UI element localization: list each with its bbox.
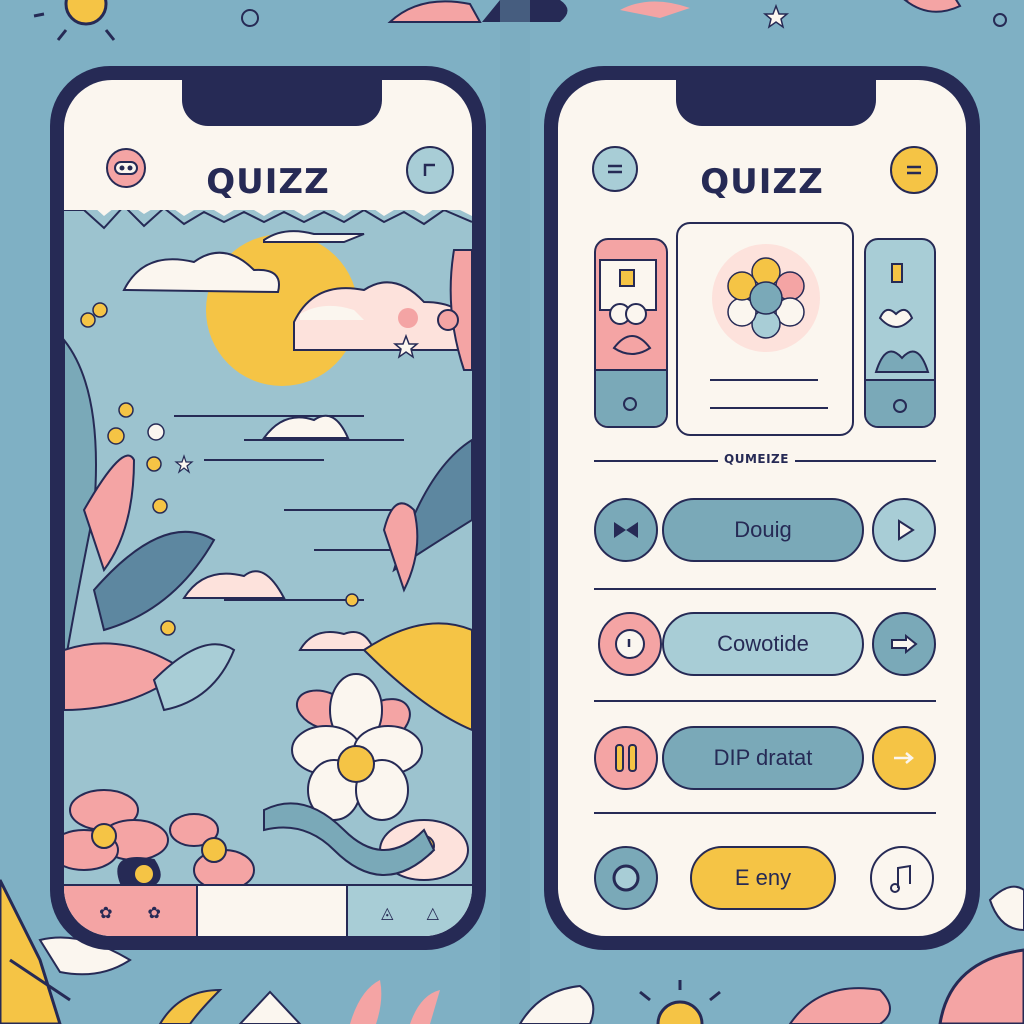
bottom-tab-nav[interactable]: ◬ △	[348, 886, 472, 936]
arrow-right-icon	[891, 634, 918, 654]
footer-right-button[interactable]	[870, 846, 934, 910]
arrow-right-icon	[894, 752, 914, 764]
triangle-icon: △	[426, 902, 439, 922]
option-1-button[interactable]: Douig	[662, 498, 864, 562]
flower-icon: ✿	[147, 902, 161, 922]
footer-left-button[interactable]	[594, 846, 658, 910]
option-3-icon[interactable]	[594, 726, 658, 790]
option-2-action[interactable]	[872, 612, 936, 676]
menu-icon	[907, 165, 921, 175]
card-illustration	[710, 244, 828, 409]
option-1-icon[interactable]	[594, 498, 658, 562]
option-2-icon[interactable]	[598, 612, 662, 676]
bow-icon	[614, 522, 638, 538]
quiz-card-left[interactable]	[594, 238, 668, 428]
sun-icon	[33, 0, 116, 41]
record-icon	[615, 629, 645, 659]
card-illustration	[866, 263, 934, 426]
left-corner-button[interactable]	[406, 146, 454, 194]
circle-icon	[612, 864, 640, 892]
left-bottom-bar: ✿ ✿ ◬ △	[64, 884, 472, 936]
option-divider	[594, 588, 936, 590]
star-icon	[762, 3, 790, 29]
right-phone: QUIZZ QUMEIZE Douig Cowotide DIP dratat …	[544, 66, 980, 950]
left-phone-screen: QUIZZ ✿ ✿ ◬ △	[64, 80, 472, 936]
right-phone-screen: QUIZZ QUMEIZE Douig Cowotide DIP dratat …	[558, 80, 966, 936]
option-divider	[594, 812, 936, 814]
quiz-card-right[interactable]	[864, 238, 936, 428]
flower-icon: ✿	[99, 902, 113, 922]
option-3-button[interactable]: DIP dratat	[662, 726, 864, 790]
footer-enter-button[interactable]: E eny	[690, 846, 836, 910]
bottom-tab-home[interactable]: ✿ ✿	[64, 886, 196, 936]
phone-notch	[676, 80, 876, 126]
sun-icon	[639, 980, 721, 1024]
pause-icon	[615, 744, 637, 772]
play-icon	[898, 519, 915, 541]
card-illustration	[596, 259, 666, 426]
right-menu-button-right[interactable]	[890, 146, 938, 194]
landscape-illustration	[64, 210, 472, 884]
corner-icon	[423, 163, 435, 176]
phone-notch	[182, 80, 382, 126]
music-note-icon	[890, 864, 911, 893]
bottom-tab-blank[interactable]	[196, 886, 348, 936]
left-phone: QUIZZ ✿ ✿ ◬ △	[50, 66, 486, 950]
option-divider	[594, 700, 936, 702]
dot-icon	[241, 9, 259, 27]
quiz-card-center[interactable]	[676, 222, 854, 436]
option-3-action[interactable]	[872, 726, 936, 790]
option-2-button[interactable]: Cowotide	[662, 612, 864, 676]
option-1-action[interactable]	[872, 498, 936, 562]
leaf-icon: ◬	[381, 902, 394, 922]
section-label: QUMEIZE	[718, 452, 795, 466]
